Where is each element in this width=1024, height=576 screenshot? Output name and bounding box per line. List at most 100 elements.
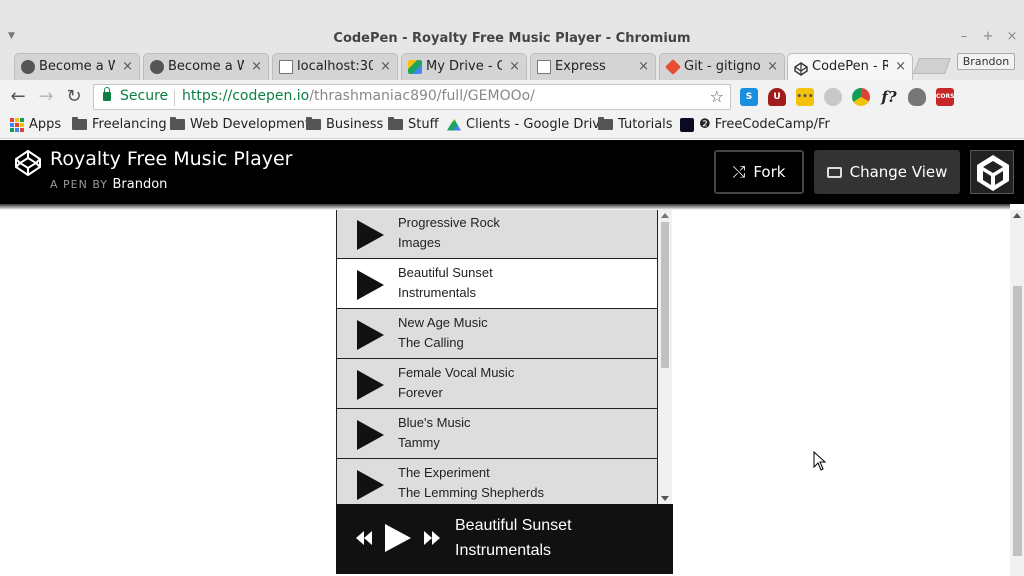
address-separator [174, 90, 175, 106]
bookmark-folder[interactable]: Business [306, 117, 383, 132]
track-artist: Forever [398, 385, 443, 400]
avatar[interactable] [970, 150, 1014, 194]
maximize-button[interactable]: + [982, 29, 994, 44]
playlist[interactable]: Progressive Rock Images Beautiful Sunset… [336, 210, 672, 504]
scroll-up-arrow-icon[interactable] [661, 213, 669, 218]
playlist-scrollbar[interactable] [658, 210, 672, 504]
new-tab-button[interactable] [913, 58, 951, 74]
play-pause-icon[interactable] [385, 524, 411, 552]
change-view-button[interactable]: Change View [814, 150, 960, 194]
browser-tab[interactable]: My Drive - G × [401, 53, 527, 80]
close-window-button[interactable]: × [1006, 29, 1018, 44]
bookmark-apps[interactable]: Apps [10, 117, 61, 132]
window-title: CodePen - Royalty Free Music Player - Ch… [333, 31, 691, 46]
now-playing-artist: Instrumentals [455, 542, 552, 559]
bookmark-folder[interactable]: Freelancing [72, 117, 167, 132]
list-item[interactable]: New Age Music The Calling [336, 309, 658, 359]
folder-icon [170, 117, 185, 130]
browser-tab[interactable]: Become a W × [143, 53, 269, 80]
change-view-label: Change View [849, 163, 948, 181]
browser-tab[interactable]: localhost:30 × [272, 53, 398, 80]
wordpress-favicon-icon [21, 60, 35, 74]
bug-ext-icon[interactable] [908, 88, 926, 106]
track-artist: The Lemming Shepherds [398, 485, 544, 500]
address-bar[interactable]: Secure https://codepen.io/thrashmaniac89… [93, 84, 731, 110]
tab-label: Git - gitignor [684, 59, 760, 74]
forward-arrow-icon[interactable]: → [35, 86, 57, 108]
minimize-button[interactable]: – [958, 29, 970, 44]
tab-close-icon[interactable]: × [895, 54, 906, 80]
scrollbar-thumb[interactable] [661, 222, 669, 368]
list-item[interactable]: Progressive Rock Images [336, 210, 658, 259]
play-icon[interactable] [357, 420, 384, 450]
tab-close-icon[interactable]: × [122, 54, 133, 80]
fast-forward-icon[interactable] [424, 531, 440, 545]
fork-button[interactable]: ⤭ Fork [714, 150, 804, 194]
cors-ext-icon[interactable]: CORS [936, 88, 954, 106]
bookmark-folder[interactable]: Web Development [170, 117, 310, 132]
profile-button[interactable]: Brandon [957, 53, 1015, 70]
list-item[interactable]: Blue's Music Tammy [336, 409, 658, 459]
chrome-ext-icon[interactable] [852, 88, 870, 106]
play-icon[interactable] [357, 370, 384, 400]
ublock-ext-icon[interactable]: U [768, 88, 786, 106]
bookmark-folder[interactable]: Tutorials [598, 117, 673, 132]
bookmark-folder[interactable]: Stuff [388, 117, 439, 132]
play-icon[interactable] [357, 320, 384, 350]
google-drive-icon [447, 118, 461, 131]
bookmark-label: Stuff [408, 117, 439, 132]
folder-icon [306, 117, 321, 130]
tab-close-icon[interactable]: × [767, 54, 778, 80]
scroll-down-arrow-icon[interactable] [661, 496, 669, 501]
list-item[interactable]: Female Vocal Music Forever [336, 359, 658, 409]
play-icon[interactable] [357, 220, 384, 250]
browser-tab[interactable]: Become a W × [14, 53, 140, 80]
page-favicon-icon [537, 60, 551, 74]
folder-icon [388, 117, 403, 130]
pen-byline: A PEN BY Brandon [50, 177, 167, 192]
list-item-selected[interactable]: Beautiful Sunset Instrumentals [336, 259, 658, 309]
tab-close-icon[interactable]: × [638, 54, 649, 80]
track-title: Beautiful Sunset [398, 265, 493, 280]
folder-icon [72, 117, 87, 130]
pen-author-link[interactable]: Brandon [113, 177, 168, 192]
back-arrow-icon[interactable]: ← [7, 86, 29, 108]
scroll-up-arrow-icon[interactable] [1013, 213, 1021, 218]
font-ext-icon[interactable]: f? [880, 88, 898, 106]
git-favicon-icon [665, 59, 681, 75]
apps-grid-icon [10, 117, 24, 132]
player-bar: Beautiful Sunset Instrumentals [336, 504, 673, 574]
bookmark-drive[interactable]: Clients - Google Driv [447, 117, 600, 132]
fork-label: Fork [753, 163, 786, 181]
browser-tab[interactable]: Express × [530, 53, 656, 80]
track-artist: The Calling [398, 335, 464, 350]
play-icon[interactable] [357, 270, 384, 300]
tab-close-icon[interactable]: × [251, 54, 262, 80]
track-artist: Tammy [398, 435, 440, 450]
tab-label: Become a W [39, 59, 115, 74]
url-text[interactable]: https://codepen.io/thrashmaniac890/full/… [182, 88, 535, 104]
browser-tab[interactable]: Git - gitignor × [659, 53, 785, 80]
google-drive-favicon-icon [408, 60, 422, 74]
window-controls: – + × [958, 29, 1018, 44]
list-item[interactable]: The Experiment The Lemming Shepherds [336, 459, 658, 504]
rewind-icon[interactable] [356, 531, 372, 545]
tab-close-icon[interactable]: × [509, 54, 520, 80]
bookmark-star-icon[interactable]: ☆ [710, 87, 724, 106]
codepen-header: Royalty Free Music Player A PEN BY Brand… [0, 140, 1024, 204]
play-icon[interactable] [357, 470, 384, 500]
track-title: The Experiment [398, 465, 490, 480]
reload-icon[interactable]: ↻ [63, 86, 85, 108]
skype-ext-icon[interactable]: S [740, 88, 758, 106]
wordpress-favicon-icon [150, 60, 164, 74]
bookmark-label: Clients - Google Driv [466, 117, 600, 132]
notes-ext-icon[interactable]: ••• [796, 88, 814, 106]
bookmark-fcc[interactable]: ❷ FreeCodeCamp/Fr [680, 117, 830, 132]
scrollbar-thumb[interactable] [1013, 286, 1022, 556]
page-scrollbar[interactable] [1010, 210, 1024, 576]
browser-tab-active[interactable]: CodePen - R × [787, 53, 913, 80]
track-title: New Age Music [398, 315, 488, 330]
codepen-logo-icon[interactable] [14, 149, 42, 177]
gray-ext-icon[interactable] [824, 88, 842, 106]
tab-close-icon[interactable]: × [380, 54, 391, 80]
